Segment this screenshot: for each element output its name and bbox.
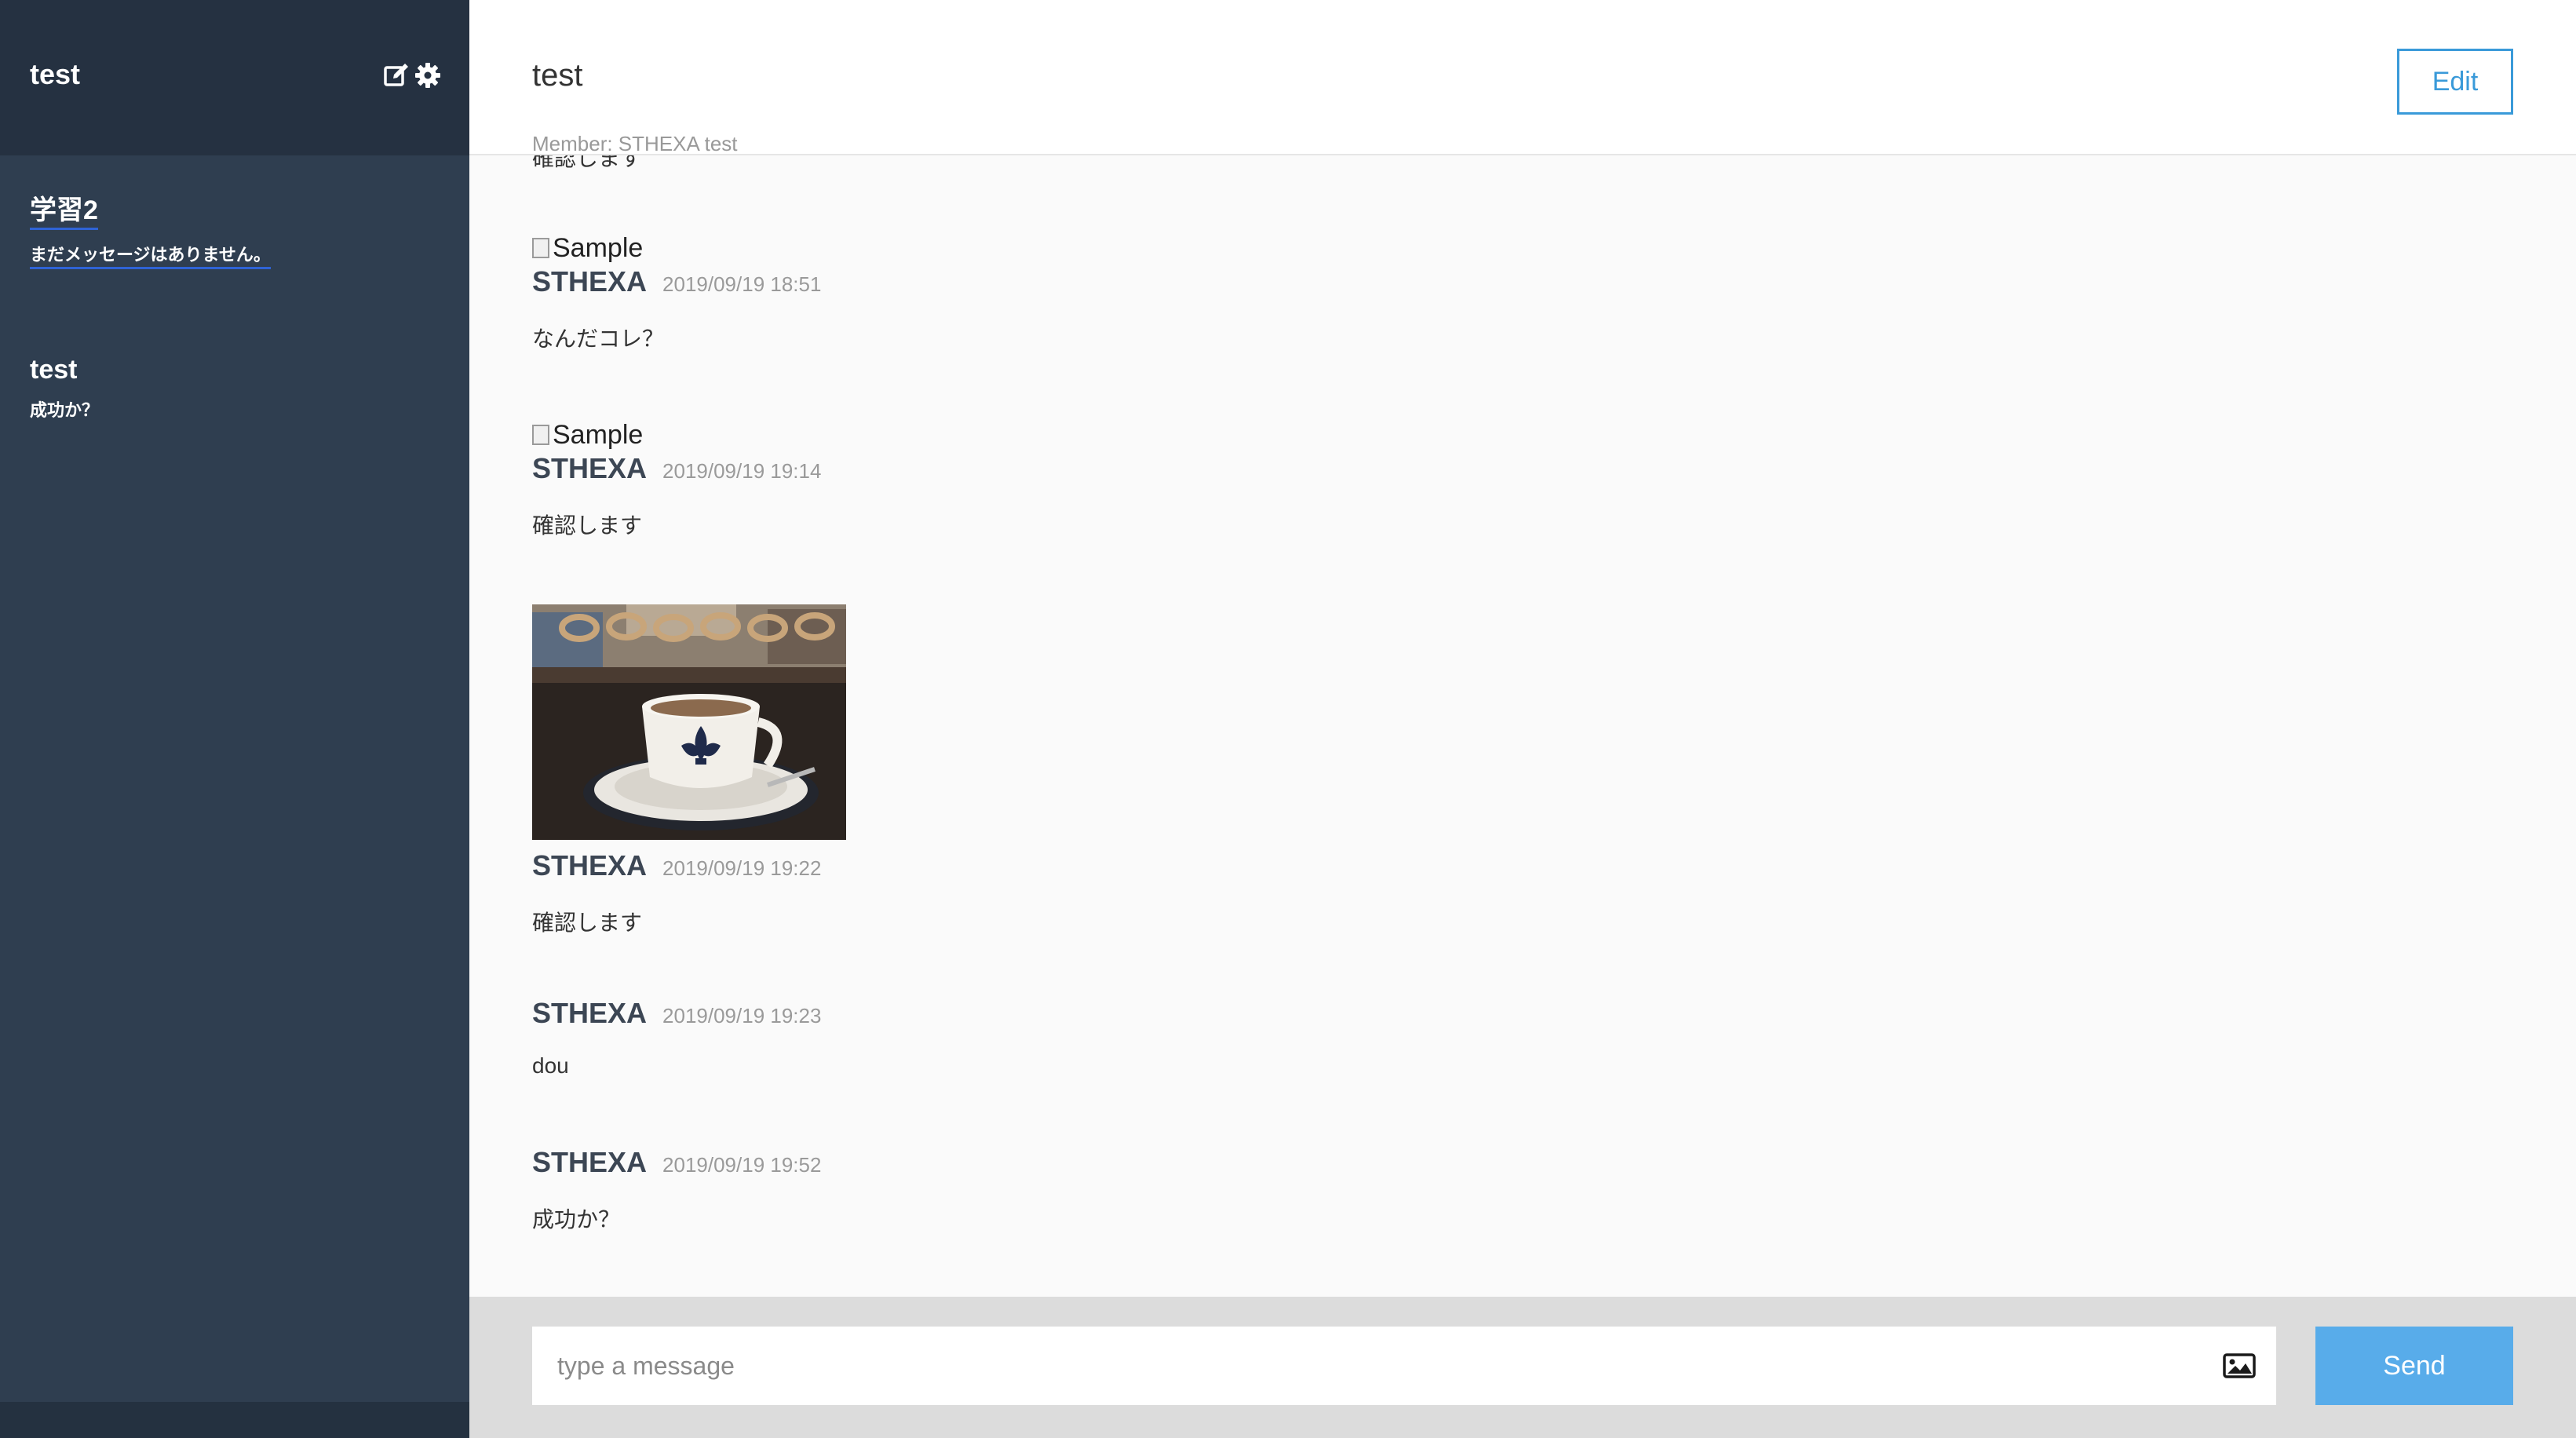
message-user: STHEXA [532, 452, 648, 484]
sidebar-actions [383, 62, 441, 89]
message-time: 2019/09/19 19:23 [662, 1004, 822, 1027]
chat-header: test Member: STHEXA test Edit [469, 0, 2576, 155]
message-image: Sample [532, 418, 821, 452]
message-image: Sample [532, 231, 821, 265]
message-text: 確認します [532, 513, 643, 538]
message-text: なんだコレ？ [532, 327, 665, 351]
broken-image-icon [532, 425, 549, 445]
gear-icon[interactable] [414, 62, 441, 89]
message-text: 確認します [532, 155, 643, 170]
message-input[interactable] [532, 1327, 2276, 1405]
group-name: test [30, 355, 78, 385]
chat-main: test Member: STHEXA test Edit 確認します Samp… [469, 0, 2576, 1438]
message-text: 成功か？ [532, 1207, 621, 1232]
message: STHEXA 2019/09/19 19:23 dou [532, 997, 821, 1078]
message-time: 2019/09/19 19:14 [662, 459, 822, 483]
coffee-cup-photo[interactable] [532, 604, 846, 840]
chat-members: Member: STHEXA test [532, 132, 738, 155]
message-user: STHEXA [532, 265, 648, 297]
group-last-message: 成功か？ [30, 400, 100, 420]
chat-title: test [532, 58, 583, 93]
sidebar: test 学習2 まだメッセージはありません。 test 成功か？ [0, 0, 469, 1438]
edit-button[interactable]: Edit [2397, 49, 2513, 115]
message-meta: STHEXA 2019/09/19 19:14 [532, 452, 821, 485]
message-user: STHEXA [532, 997, 648, 1029]
message-meta: STHEXA 2019/09/19 19:23 [532, 997, 821, 1030]
message: STHEXA 2019/09/19 19:22 確認します [532, 604, 846, 937]
message-list[interactable]: 確認します Sample STHEXA 2019/09/19 18:51 なんだ… [469, 155, 2576, 1297]
message-user: STHEXA [532, 849, 648, 881]
message-composer: Send [469, 1297, 2576, 1438]
edit-icon[interactable] [383, 62, 411, 89]
group-item[interactable]: test 成功か？ [30, 355, 438, 422]
message: Sample STHEXA 2019/09/19 18:51 なんだコレ？ [532, 231, 821, 353]
broken-image-icon [532, 238, 549, 258]
message-text: 確認します [532, 911, 643, 935]
message: Sample STHEXA 2019/09/19 19:14 確認します [532, 418, 821, 540]
image-alt-text: Sample [553, 419, 644, 450]
chat-app: test 学習2 まだメッセージはありません。 test 成功か？ test M… [0, 0, 2576, 1438]
message-meta: STHEXA 2019/09/19 18:51 [532, 265, 821, 298]
message-time: 2019/09/19 18:51 [662, 272, 822, 296]
send-button[interactable]: Send [2315, 1327, 2513, 1405]
message-meta: STHEXA 2019/09/19 19:22 [532, 849, 846, 882]
image-icon[interactable] [2223, 1353, 2256, 1378]
sidebar-header: test [0, 0, 469, 155]
current-user-name: test [30, 58, 81, 90]
message-text: dou [532, 1053, 569, 1078]
message-time: 2019/09/19 19:22 [662, 856, 822, 880]
group-name: 学習2 [30, 188, 438, 230]
message: STHEXA 2019/09/19 19:52 成功か？ [532, 1146, 821, 1234]
message-user: STHEXA [532, 1146, 648, 1178]
group-item[interactable]: 学習2 まだメッセージはありません。 [30, 188, 438, 269]
group-last-message: まだメッセージはありません。 [30, 241, 438, 269]
message-time: 2019/09/19 19:52 [662, 1153, 822, 1177]
message-meta: STHEXA 2019/09/19 19:52 [532, 1146, 821, 1179]
sidebar-footer [0, 1402, 469, 1438]
image-alt-text: Sample [553, 232, 644, 263]
